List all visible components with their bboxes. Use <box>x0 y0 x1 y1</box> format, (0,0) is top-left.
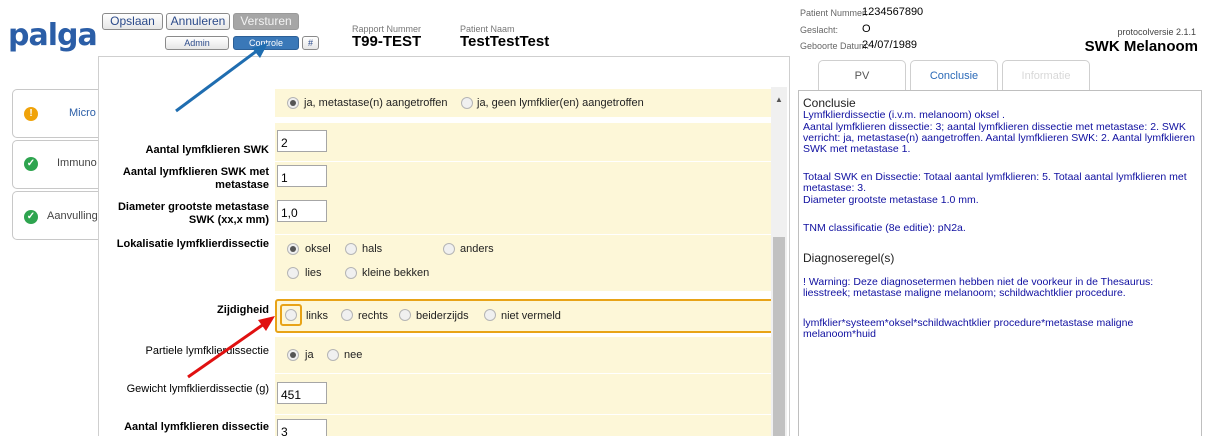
annotation-arrows <box>175 43 275 379</box>
red-arrow-line <box>187 322 265 379</box>
blue-arrow-head <box>252 43 268 58</box>
blue-arrow-line <box>175 48 259 113</box>
red-arrow-head <box>258 316 275 331</box>
